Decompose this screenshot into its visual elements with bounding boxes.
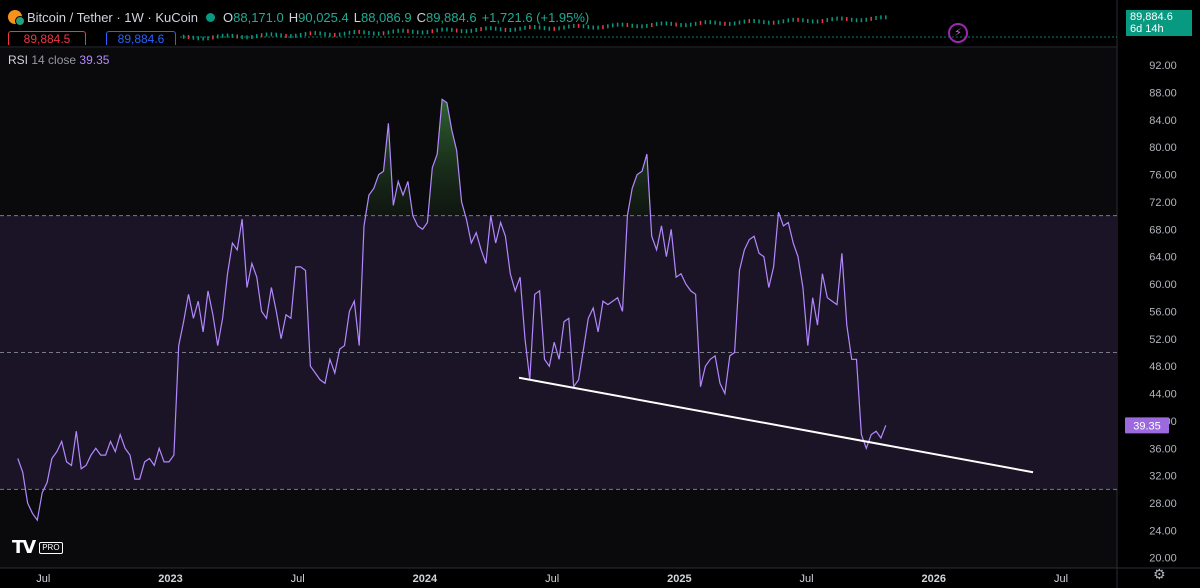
y-tick-label: 28.00 [1149, 498, 1177, 510]
y-tick-label: 80.00 [1149, 142, 1177, 154]
last-price-label: 89,884.6 6d 14h [1126, 10, 1192, 36]
y-tick-label: 36.00 [1149, 443, 1177, 455]
change-value: +1,721.6 (+1.95%) [481, 9, 590, 25]
rsi-params: 14 close [31, 53, 77, 67]
rsi-chart[interactable]: 92.00 88.00 84.00 80.00 76.00 72.00 68.00 64.00… [0, 0, 1200, 588]
y-tick-label: 56.00 [1149, 306, 1177, 318]
x-tick-label: 2026 [922, 573, 946, 585]
high-value: 90,025.4 [298, 9, 349, 25]
x-tick-label: 2023 [158, 573, 182, 585]
x-tick-label: 2025 [667, 573, 691, 585]
bar-countdown: 6d 14h [1130, 23, 1164, 35]
low-key: L [353, 9, 361, 25]
y-tick-label: 52.00 [1149, 334, 1177, 346]
symbol-header[interactable]: Bitcoin / Tether · 1W · KuCoin O 88,171.… [8, 8, 594, 26]
pro-badge: PRO [39, 541, 63, 554]
rsi-name: RSI [8, 53, 29, 67]
rsi-band [0, 215, 1117, 490]
y-tick-label: 24.00 [1149, 525, 1177, 537]
rsi-legend-value: 39.35 [79, 53, 110, 67]
high-key: H [288, 9, 299, 25]
y-tick-label: 32.00 [1149, 471, 1177, 483]
y-tick-label: 72.00 [1149, 197, 1177, 209]
x-tick-label: Jul [1054, 573, 1068, 585]
y-tick-label: 88.00 [1149, 87, 1177, 99]
open-value: 88,171.0 [233, 9, 284, 25]
rsi-value-label: 39.35 [1133, 420, 1161, 432]
y-tick-label: 44.00 [1149, 389, 1177, 401]
x-tick-label: Jul [545, 573, 559, 585]
close-value: 89,884.6 [425, 9, 477, 25]
market-open-dot-icon [206, 12, 215, 22]
x-tick-label: Jul [800, 573, 814, 585]
rsi-background-band [0, 215, 1117, 490]
tradingview-logo[interactable]: 𝗧𝗩 PRO [12, 537, 63, 558]
low-value: 88,086.9 [360, 9, 412, 25]
x-tick-label: Jul [36, 573, 50, 585]
y-tick-label: 84.00 [1149, 115, 1177, 127]
rsi-legend[interactable]: RSI 14 close 39.35 [8, 53, 109, 67]
lightning-icon[interactable]: ⚡ [948, 23, 968, 43]
x-tick-label: 2024 [413, 573, 438, 585]
symbol-title[interactable]: Bitcoin / Tether · 1W · KuCoin [27, 10, 198, 25]
y-tick-label: 60.00 [1149, 279, 1177, 291]
gear-icon[interactable]: ⚙ [1153, 566, 1166, 583]
y-tick-label: 48.00 [1149, 361, 1177, 373]
y-tick-label: 92.00 [1149, 60, 1177, 72]
x-tick-label: Jul [291, 573, 305, 585]
y-tick-label: 68.00 [1149, 224, 1177, 236]
y-tick-label: 76.00 [1149, 170, 1177, 182]
sell-button[interactable]: 89,884.5 [8, 31, 86, 46]
y-tick-label: 20.00 [1149, 553, 1177, 565]
bitcoin-tether-icon [8, 10, 25, 26]
last-price-value: 89,884.6 [1130, 11, 1173, 23]
buy-button[interactable]: 89,884.6 [106, 31, 176, 46]
y-tick-label: 64.00 [1149, 252, 1177, 264]
open-key: O [223, 9, 234, 25]
tv-mark: 𝗧𝗩 [12, 537, 36, 557]
close-key: C [416, 9, 426, 25]
